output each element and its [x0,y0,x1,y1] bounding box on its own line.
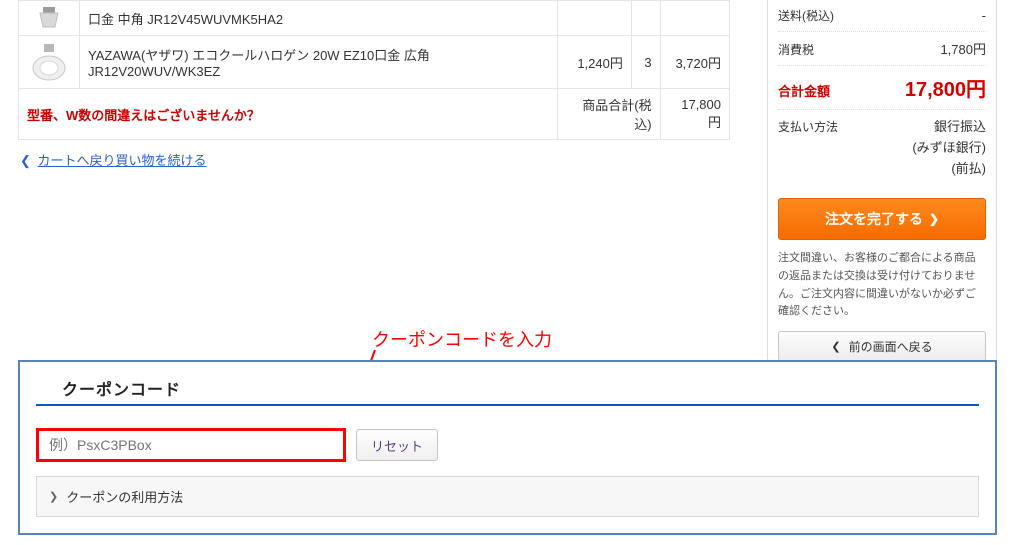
cart-area: 口金 中角 JR12V45WUVMK5HA2 YAZAWA(ヤザワ) エコクール… [18,0,730,169]
tax-value: 1,780円 [940,39,986,58]
coupon-input-row: リセット [36,428,979,462]
table-row: YAZAWA(ヤザワ) エコクールハロゲン 20W EZ10口金 広角 JR12… [19,36,730,89]
reset-button[interactable]: リセット [356,429,438,461]
product-thumb [19,1,80,36]
back-button[interactable]: ❮ 前の画面へ戻る [778,331,986,362]
complete-order-button[interactable]: 注文を完了する ❯ [778,198,986,240]
cart-sum-label: 商品合計(税込) [557,89,660,140]
summary-total: 合計金額 17,800円 [778,65,986,109]
complete-order-label: 注文を完了する [825,209,923,229]
shipping-label: 送料(税込) [778,7,834,24]
summary-tax: 消費税 1,780円 [778,31,986,65]
annotation-text: クーポンコードを入力 [372,326,552,352]
coupon-section: クーポンコード リセット ❯ クーポンの利用方法 [18,360,997,535]
chevron-left-icon: ❮ [20,153,31,168]
product-subtotal [660,1,729,36]
product-price: 1,240円 [557,36,631,89]
back-to-cart-link[interactable]: カートへ戻り買い物を続ける [38,153,207,168]
total-label: 合計金額 [778,81,830,100]
cart-warning: 型番、W数の間違えはございませんか？ [19,89,558,140]
summary-payment: 支払い方法 銀行振込 (みずほ銀行) (前払) [778,109,986,186]
shipping-value: - [982,8,986,23]
coupon-usage-label: クーポンの利用方法 [66,487,183,506]
coupon-input[interactable] [36,428,346,462]
pay-label: 支払い方法 [778,118,838,135]
product-name: YAZAWA(ヤザワ) エコクールハロゲン 20W EZ10口金 広角 JR12… [80,36,558,89]
coupon-title: クーポンコード [62,382,181,399]
chevron-right-icon: ❯ [929,212,939,226]
total-value: 17,800円 [905,73,986,102]
product-qty: 3 [631,36,660,89]
table-row: 口金 中角 JR12V45WUVMK5HA2 [19,1,730,36]
product-thumb [19,36,80,89]
chevron-right-icon: ❯ [49,490,58,503]
pay-line3: (前払) [912,159,986,180]
order-note: 注文間違い、お客様のご都合による商品の返品または交換は受け付けておりません。ご注… [778,250,986,320]
pay-line2: (みずほ銀行) [912,138,986,159]
summary-shipping: 送料(税込) - [778,0,986,31]
product-subtotal: 3,720円 [660,36,729,89]
pay-value: 銀行振込 (みずほ銀行) (前払) [912,117,986,179]
pay-line1: 銀行振込 [912,117,986,138]
cart-table: 口金 中角 JR12V45WUVMK5HA2 YAZAWA(ヤザワ) エコクール… [18,0,730,140]
product-price [557,1,631,36]
back-to-cart: ❮ カートへ戻り買い物を続ける [20,150,730,169]
order-summary: 送料(税込) - 消費税 1,780円 合計金額 17,800円 支払い方法 銀… [767,0,997,375]
back-button-label: 前の画面へ戻る [849,338,933,355]
cart-sum-value: 17,800円 [660,89,729,140]
product-name: 口金 中角 JR12V45WUVMK5HA2 [80,1,558,36]
coupon-usage-toggle[interactable]: ❯ クーポンの利用方法 [36,476,979,517]
tax-label: 消費税 [778,41,814,58]
table-row: 型番、W数の間違えはございませんか？ 商品合計(税込) 17,800円 [19,89,730,140]
chevron-left-icon: ❮ [831,340,840,353]
product-qty [631,1,660,36]
